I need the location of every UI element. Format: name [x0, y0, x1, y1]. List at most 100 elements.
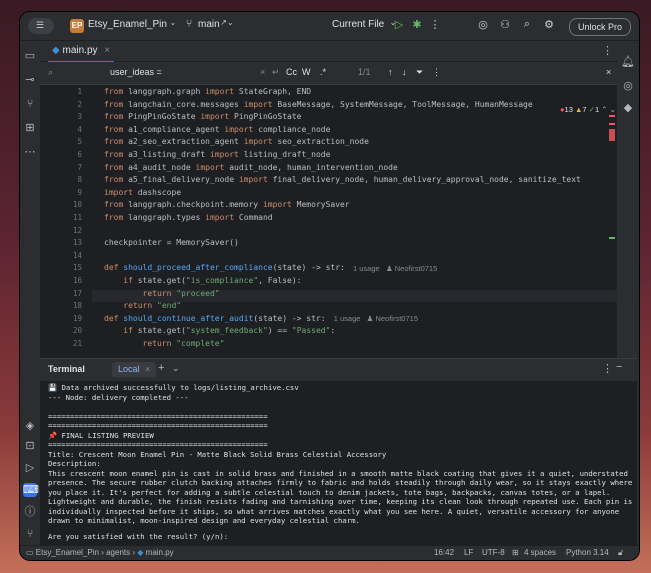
clear-icon[interactable]: × [260, 67, 265, 77]
whole-word-toggle[interactable]: W [302, 67, 311, 77]
usage-hint[interactable]: 1 usage ♟ Neofirst0715 [353, 264, 437, 273]
regex-toggle[interactable]: .* [320, 67, 326, 77]
branch-selector[interactable]: main [198, 19, 220, 30]
line-separator[interactable]: LF [464, 548, 473, 557]
tab-options-icon[interactable]: ⋮ [602, 44, 613, 57]
new-line-icon[interactable]: ↵ [272, 67, 280, 78]
chevron-up-icon[interactable]: ⌃ [601, 105, 607, 114]
search-icon[interactable]: ⌕ [520, 18, 534, 31]
filter-icon[interactable]: ⏷ [416, 67, 423, 78]
file-encoding[interactable]: UTF-8 [482, 548, 505, 557]
chevron-down-icon[interactable]: ⌄ [172, 363, 180, 374]
code-line[interactable]: return "end" [104, 301, 181, 310]
code-line[interactable]: from langgraph.graph import StateGraph, … [104, 87, 311, 96]
line-number: 19 [72, 313, 82, 323]
more-tools-icon[interactable]: ⋯ [23, 145, 37, 159]
breadcrumb-project[interactable]: Etsy_Enamel_Pin [36, 548, 99, 557]
terminal-icon[interactable]: ⌨ [23, 483, 39, 497]
unlock-pro-button[interactable]: Unlock Pro [569, 18, 631, 36]
terminal-header: Terminal Local × + ⌄ ⋮ − [40, 359, 637, 381]
code-line[interactable]: import dashscope [104, 188, 181, 197]
gear-icon[interactable]: ⚙ [542, 18, 556, 31]
ai-chat-icon[interactable]: ◎ [621, 79, 635, 93]
debug-icon[interactable]: ✱ [410, 18, 424, 31]
close-find-icon[interactable]: × [606, 67, 611, 77]
weak-count: 1 [594, 105, 600, 114]
new-tab-icon[interactable]: + [158, 362, 164, 374]
version-control-icon[interactable]: ⑂ [23, 527, 37, 541]
code-line[interactable]: from langgraph.checkpoint.memory import … [104, 200, 350, 209]
find-more-icon[interactable]: ⋮ [432, 67, 441, 78]
code-line[interactable]: from a1_compliance_agent import complian… [104, 125, 330, 134]
services-icon[interactable]: ⊡ [23, 439, 37, 453]
run-config-selector[interactable]: Current File [332, 19, 384, 30]
minimize-icon[interactable]: − [616, 361, 622, 373]
tab-main-py[interactable]: ◆ main.py × [48, 41, 115, 63]
breadcrumb-separator: › [132, 548, 136, 557]
terminal-tab-label: Local [118, 364, 140, 374]
code-line[interactable]: if state.get("is_compliance", False): [104, 276, 301, 285]
main-menu-button[interactable]: ☰ [28, 18, 54, 34]
breadcrumb-file[interactable]: main.py [146, 548, 174, 557]
indent-setting[interactable]: 4 spaces [524, 548, 556, 557]
close-icon[interactable]: × [104, 45, 110, 56]
code-line[interactable]: from a3_listing_draft import listing_dra… [104, 150, 330, 159]
code-line[interactable]: from a2_seo_extraction_agent import seo_… [104, 137, 369, 146]
code-line[interactable]: def should_continue_after_audit(state) -… [104, 314, 326, 323]
code-line[interactable]: from langgraph.types import Command [104, 213, 273, 222]
python-packages-icon[interactable]: ◈ [23, 419, 37, 433]
add-user-icon[interactable]: ⚇ [498, 18, 512, 31]
run-icon[interactable]: ▷ [392, 18, 406, 31]
line-number: 1 [77, 87, 82, 96]
code-line[interactable]: if state.get("system_feedback") == "Pass… [104, 326, 335, 335]
chevron-down-icon: ⌄ [169, 18, 177, 27]
code-line[interactable]: def should_proceed_after_compliance(stat… [104, 263, 345, 272]
ai-assistant-icon[interactable]: ◎ [476, 18, 490, 31]
line-number: 20 [72, 326, 82, 336]
line-number: 7 [77, 162, 82, 172]
previous-match-icon[interactable]: ↑ [388, 67, 393, 77]
find-bar: ⌕ user_ideas = × ↵ Cc W .* 1/1 ↑ ↓ ⏷ ⋮ × [40, 62, 617, 85]
terminal-tab-local[interactable]: Local × [112, 362, 157, 377]
find-input[interactable] [60, 65, 270, 80]
error-count: 13 [564, 105, 573, 114]
tab-label: main.py [62, 45, 98, 56]
terminal-output[interactable]: 💾 Data archived successfully to logs/lis… [48, 383, 633, 543]
structure-icon[interactable]: ⊞ [23, 121, 37, 135]
line-number: 13 [72, 238, 82, 248]
lock-icon[interactable]: 🔓︎ [618, 548, 623, 558]
terminal-options-icon[interactable]: ⋮ [602, 362, 613, 375]
chevron-down-icon[interactable]: ⌄ [610, 105, 616, 114]
git-branch-icon[interactable]: ⑂ [23, 97, 37, 111]
indent-icon: ⊞ [512, 548, 519, 557]
code-line[interactable]: checkpointer = MemorySaver() [104, 238, 239, 247]
close-icon[interactable]: × [145, 364, 150, 374]
usage-hint[interactable]: 1 usage ♟ Neofirst0715 [334, 314, 418, 323]
listing-description: This crescent moon enamel pin is cast in… [48, 468, 633, 526]
code-editor[interactable]: 1 2 3 4 5 6 7 8 9 10 11 12 13 14 15 16 17 18 19 20 21 from l… [40, 85, 617, 357]
folder-icon[interactable]: ▭ [23, 49, 37, 63]
caret-position[interactable]: 16:42 [434, 548, 454, 557]
code-line[interactable]: return "proceed" [104, 289, 220, 298]
code-line[interactable]: from a5_final_delivery_node import final… [104, 175, 581, 184]
more-actions-icon[interactable]: ⋮ [428, 18, 442, 31]
database-icon[interactable]: ◆ [621, 101, 635, 115]
status-bar: ▭ Etsy_Enamel_Pin › agents › ◆ main.py 1… [20, 545, 639, 560]
match-case-toggle[interactable]: Cc [286, 67, 297, 77]
code-line[interactable]: from langchain_core.messages import Base… [104, 100, 533, 109]
code-line[interactable]: from a4_audit_node import audit_node, hu… [104, 163, 398, 172]
next-match-icon[interactable]: ↓ [402, 67, 407, 77]
python-file-icon: ◆ [137, 548, 144, 557]
line-number: 11 [72, 213, 82, 222]
notifications-icon[interactable]: 🔔︎ [621, 55, 635, 69]
project-selector[interactable]: Etsy_Enamel_Pin [88, 19, 167, 30]
python-file-icon: ◆ [52, 45, 60, 56]
inspection-widget[interactable]: ●13 ▲7 ✓1 ⌃ ⌄ [560, 105, 616, 114]
code-line[interactable]: return "complete" [104, 339, 225, 348]
problems-icon[interactable]: ⓘ [23, 505, 37, 519]
breadcrumb-folder[interactable]: agents [106, 548, 130, 557]
run-tool-icon[interactable]: ▷ [23, 461, 37, 475]
code-line[interactable]: from PingPinGoState import PingPinGoStat… [104, 112, 301, 121]
commit-icon[interactable]: ⊸ [23, 73, 37, 87]
python-interpreter[interactable]: Python 3.14 [566, 548, 609, 557]
